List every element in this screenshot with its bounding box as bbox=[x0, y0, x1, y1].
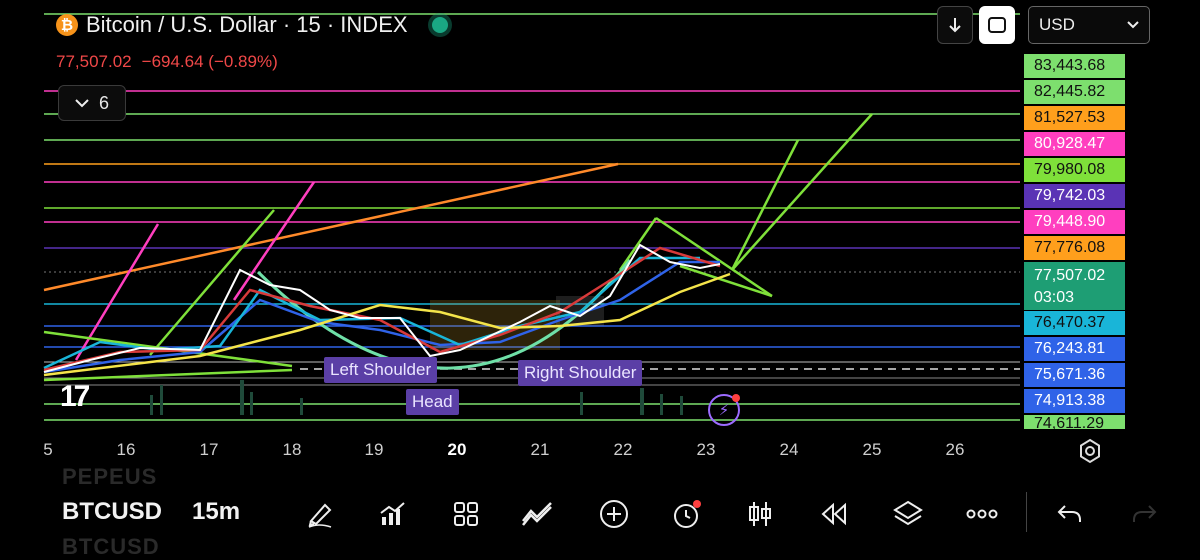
time-tick: 22 bbox=[613, 440, 633, 459]
redo-button[interactable] bbox=[1124, 494, 1164, 534]
undo-icon bbox=[1057, 505, 1081, 522]
left-shoulder-label[interactable]: Left Shoulder bbox=[324, 357, 438, 383]
more-dots-icon bbox=[966, 509, 998, 519]
more-button[interactable] bbox=[962, 494, 1002, 534]
current-price-label: 77,507.02 03:03 bbox=[1024, 262, 1125, 310]
time-tick: 18 bbox=[282, 440, 302, 459]
time-tick: 19 bbox=[364, 440, 384, 459]
price-label: 75,671.36 bbox=[1024, 363, 1125, 387]
chart-area[interactable]: ₿ Bitcoin / U.S. Dollar · 15 · INDEX 77,… bbox=[0, 0, 1020, 430]
bitcoin-icon: ₿ bbox=[56, 14, 78, 36]
time-tick: 17 bbox=[199, 440, 219, 459]
alerts-button[interactable] bbox=[666, 494, 706, 534]
price-label: 79,742.03 bbox=[1024, 184, 1125, 208]
rewind-icon bbox=[821, 502, 846, 526]
current-price-value: 77,507.02 bbox=[1034, 267, 1106, 284]
layers-button[interactable] bbox=[888, 494, 928, 534]
plus-circle-icon bbox=[600, 500, 628, 528]
toolbar-divider bbox=[1026, 492, 1027, 532]
right-shoulder-label[interactable]: Right Shoulder bbox=[518, 360, 643, 386]
indicators-icon bbox=[380, 502, 405, 525]
pen-icon bbox=[308, 503, 332, 528]
candlestick-icon bbox=[749, 502, 771, 526]
indicator-count: 6 bbox=[98, 92, 109, 113]
chart-type-button[interactable] bbox=[740, 494, 780, 534]
price-label: 77,776.08 bbox=[1024, 236, 1125, 260]
arrow-down-icon bbox=[949, 18, 961, 33]
price-label: 83,443.68 bbox=[1024, 54, 1125, 78]
chevron-down-icon bbox=[1127, 21, 1139, 29]
layers-icon bbox=[893, 500, 923, 526]
price-label: 76,243.81 bbox=[1024, 337, 1125, 361]
price-label: 82,445.82 bbox=[1024, 80, 1125, 104]
compare-icon bbox=[522, 502, 552, 526]
symbol-button[interactable]: BTCUSD bbox=[62, 498, 162, 526]
price-label: 81,527.53 bbox=[1024, 106, 1125, 130]
quote-line: 77,507.02 −694.64 (−0.89%) bbox=[56, 52, 278, 72]
time-tick: 20 bbox=[447, 440, 467, 459]
replay-button[interactable] bbox=[814, 494, 854, 534]
bar-countdown: 03:03 bbox=[1034, 289, 1075, 306]
currency-value: USD bbox=[1039, 15, 1075, 34]
time-tick: 25 bbox=[862, 440, 882, 459]
last-price: 77,507.02 bbox=[56, 52, 132, 71]
fullscreen-button[interactable] bbox=[979, 6, 1015, 44]
symbol-title[interactable]: Bitcoin / U.S. Dollar · 15 · INDEX bbox=[86, 12, 408, 38]
alarm-clock-icon bbox=[674, 500, 701, 528]
price-label: 74,913.38 bbox=[1024, 389, 1125, 413]
undo-button[interactable] bbox=[1050, 494, 1090, 534]
notification-dot bbox=[732, 394, 740, 402]
tradingview-logo: 17 bbox=[60, 380, 90, 413]
time-tick: 5 bbox=[43, 440, 53, 459]
download-button[interactable] bbox=[937, 6, 973, 44]
bottom-toolbar: PEPEUS BTCUSD 15m BTCUSD bbox=[0, 464, 1200, 559]
price-label: 79,448.90 bbox=[1024, 210, 1125, 234]
head-label[interactable]: Head bbox=[406, 389, 459, 415]
time-tick: 23 bbox=[696, 440, 716, 459]
grid-icon bbox=[454, 502, 478, 526]
price-label: 79,980.08 bbox=[1024, 158, 1125, 182]
price-label: 80,928.47 bbox=[1024, 132, 1125, 156]
next-symbol-ghost: BTCUSD bbox=[62, 534, 160, 559]
redo-icon bbox=[1133, 505, 1157, 522]
price-label: 76,470.37 bbox=[1024, 311, 1125, 335]
chevron-down-icon bbox=[75, 99, 89, 108]
time-tick: 24 bbox=[779, 440, 799, 459]
price-label: 74,611.29 bbox=[1024, 415, 1125, 429]
prev-symbol-ghost: PEPEUS bbox=[62, 464, 158, 489]
market-status-icon bbox=[431, 17, 448, 33]
drawing-tool-button[interactable] bbox=[300, 494, 340, 534]
time-tick: 16 bbox=[116, 440, 136, 459]
templates-button[interactable] bbox=[446, 494, 486, 534]
indicators-button[interactable] bbox=[372, 494, 412, 534]
time-tick: 21 bbox=[530, 440, 550, 459]
indicators-toggle-button[interactable]: 6 bbox=[58, 85, 126, 121]
compare-button[interactable] bbox=[518, 494, 558, 534]
time-tick: 26 bbox=[945, 440, 965, 459]
settings-icon[interactable] bbox=[1077, 438, 1103, 464]
chart-header: ₿ Bitcoin / U.S. Dollar · 15 · INDEX bbox=[56, 12, 448, 38]
currency-select[interactable]: USD bbox=[1028, 6, 1150, 44]
fullscreen-icon bbox=[988, 17, 1006, 33]
price-change: −694.64 (−0.89%) bbox=[141, 52, 278, 71]
timeframe-button[interactable]: 15m bbox=[192, 498, 240, 526]
flash-icon[interactable]: ⚡ bbox=[708, 394, 740, 426]
add-button[interactable] bbox=[594, 494, 634, 534]
